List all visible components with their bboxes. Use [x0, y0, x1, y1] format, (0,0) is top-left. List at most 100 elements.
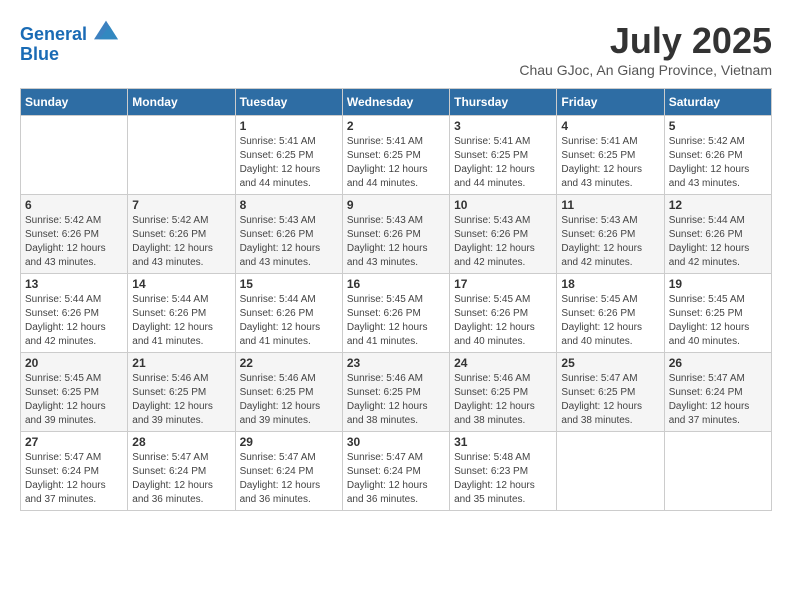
day-info: Sunrise: 5:41 AM Sunset: 6:25 PM Dayligh…: [454, 135, 552, 191]
day-info: Sunrise: 5:47 AM Sunset: 6:24 PM Dayligh…: [25, 451, 123, 507]
day-info: Sunrise: 5:41 AM Sunset: 6:25 PM Dayligh…: [240, 135, 338, 191]
calendar-cell: 28 Sunrise: 5:47 AM Sunset: 6:24 PM Dayli…: [128, 432, 235, 511]
day-number: 5: [669, 119, 767, 133]
day-number: 21: [132, 356, 230, 370]
day-number: 4: [561, 119, 659, 133]
day-info: Sunrise: 5:45 AM Sunset: 6:25 PM Dayligh…: [25, 372, 123, 428]
day-info: Sunrise: 5:46 AM Sunset: 6:25 PM Dayligh…: [132, 372, 230, 428]
day-info: Sunrise: 5:41 AM Sunset: 6:25 PM Dayligh…: [347, 135, 445, 191]
day-info: Sunrise: 5:46 AM Sunset: 6:25 PM Dayligh…: [240, 372, 338, 428]
day-info: Sunrise: 5:44 AM Sunset: 6:26 PM Dayligh…: [132, 293, 230, 349]
calendar-cell: 8Sunrise: 5:43 AM Sunset: 6:26 PM Daylig…: [235, 195, 342, 274]
title-block: July 2025 Chau GJoc, An Giang Province, …: [519, 20, 772, 78]
day-number: 2: [347, 119, 445, 133]
calendar-cell: 22 Sunrise: 5:46 AM Sunset: 6:25 PM Dayli…: [235, 353, 342, 432]
day-number: 16: [347, 277, 445, 291]
location: Chau GJoc, An Giang Province, Vietnam: [519, 62, 772, 78]
calendar-cell: 14 Sunrise: 5:44 AM Sunset: 6:26 PM Dayli…: [128, 274, 235, 353]
calendar-cell: 26Sunrise: 5:47 AM Sunset: 6:24 PM Dayli…: [664, 353, 771, 432]
calendar-cell: 31Sunrise: 5:48 AM Sunset: 6:23 PM Dayli…: [450, 432, 557, 511]
day-number: 1: [240, 119, 338, 133]
day-number: 22: [240, 356, 338, 370]
calendar-cell: 7Sunrise: 5:42 AM Sunset: 6:26 PM Daylig…: [128, 195, 235, 274]
calendar-cell: 27 Sunrise: 5:47 AM Sunset: 6:24 PM Dayli…: [21, 432, 128, 511]
calendar-cell: 17Sunrise: 5:45 AM Sunset: 6:26 PM Dayli…: [450, 274, 557, 353]
calendar-week-2: 6 Sunrise: 5:42 AM Sunset: 6:26 PM Daylig…: [21, 195, 772, 274]
day-info: Sunrise: 5:47 AM Sunset: 6:25 PM Dayligh…: [561, 372, 659, 428]
page-header: General Blue July 2025 Chau GJoc, An Gia…: [20, 20, 772, 78]
calendar-cell: 16Sunrise: 5:45 AM Sunset: 6:26 PM Dayli…: [342, 274, 449, 353]
calendar-cell: 21 Sunrise: 5:46 AM Sunset: 6:25 PM Dayli…: [128, 353, 235, 432]
calendar-cell: 18Sunrise: 5:45 AM Sunset: 6:26 PM Dayli…: [557, 274, 664, 353]
calendar-cell: 3Sunrise: 5:41 AM Sunset: 6:25 PM Daylig…: [450, 116, 557, 195]
calendar-cell: 15 Sunrise: 5:44 AM Sunset: 6:26 PM Dayli…: [235, 274, 342, 353]
day-number: 24: [454, 356, 552, 370]
day-number: 28: [132, 435, 230, 449]
day-number: 9: [347, 198, 445, 212]
day-info: Sunrise: 5:42 AM Sunset: 6:26 PM Dayligh…: [25, 214, 123, 270]
day-info: Sunrise: 5:42 AM Sunset: 6:26 PM Dayligh…: [669, 135, 767, 191]
day-number: 25: [561, 356, 659, 370]
calendar-cell: 2 Sunrise: 5:41 AM Sunset: 6:25 PM Daylig…: [342, 116, 449, 195]
day-number: 6: [25, 198, 123, 212]
day-info: Sunrise: 5:42 AM Sunset: 6:26 PM Dayligh…: [132, 214, 230, 270]
day-number: 29: [240, 435, 338, 449]
day-number: 14: [132, 277, 230, 291]
day-number: 27: [25, 435, 123, 449]
day-info: Sunrise: 5:43 AM Sunset: 6:26 PM Dayligh…: [454, 214, 552, 270]
weekday-header-saturday: Saturday: [664, 89, 771, 116]
weekday-header-wednesday: Wednesday: [342, 89, 449, 116]
day-info: Sunrise: 5:43 AM Sunset: 6:26 PM Dayligh…: [561, 214, 659, 270]
weekday-header-friday: Friday: [557, 89, 664, 116]
day-number: 30: [347, 435, 445, 449]
calendar-cell: [21, 116, 128, 195]
day-info: Sunrise: 5:44 AM Sunset: 6:26 PM Dayligh…: [25, 293, 123, 349]
calendar-table: SundayMondayTuesdayWednesdayThursdayFrid…: [20, 88, 772, 511]
calendar-cell: 9 Sunrise: 5:43 AM Sunset: 6:26 PM Daylig…: [342, 195, 449, 274]
calendar-cell: 10 Sunrise: 5:43 AM Sunset: 6:26 PM Dayli…: [450, 195, 557, 274]
calendar-cell: 29 Sunrise: 5:47 AM Sunset: 6:24 PM Dayli…: [235, 432, 342, 511]
day-info: Sunrise: 5:45 AM Sunset: 6:26 PM Dayligh…: [561, 293, 659, 349]
day-info: Sunrise: 5:46 AM Sunset: 6:25 PM Dayligh…: [347, 372, 445, 428]
day-number: 12: [669, 198, 767, 212]
day-info: Sunrise: 5:47 AM Sunset: 6:24 PM Dayligh…: [669, 372, 767, 428]
day-info: Sunrise: 5:44 AM Sunset: 6:26 PM Dayligh…: [669, 214, 767, 270]
day-info: Sunrise: 5:43 AM Sunset: 6:26 PM Dayligh…: [347, 214, 445, 270]
day-number: 13: [25, 277, 123, 291]
calendar-week-3: 13 Sunrise: 5:44 AM Sunset: 6:26 PM Dayli…: [21, 274, 772, 353]
day-number: 20: [25, 356, 123, 370]
calendar-cell: [557, 432, 664, 511]
logo-text: General: [20, 20, 118, 45]
calendar-cell: 11 Sunrise: 5:43 AM Sunset: 6:26 PM Dayli…: [557, 195, 664, 274]
day-info: Sunrise: 5:41 AM Sunset: 6:25 PM Dayligh…: [561, 135, 659, 191]
calendar-cell: 25 Sunrise: 5:47 AM Sunset: 6:25 PM Dayli…: [557, 353, 664, 432]
day-info: Sunrise: 5:48 AM Sunset: 6:23 PM Dayligh…: [454, 451, 552, 507]
day-number: 15: [240, 277, 338, 291]
calendar-cell: 6 Sunrise: 5:42 AM Sunset: 6:26 PM Daylig…: [21, 195, 128, 274]
day-number: 11: [561, 198, 659, 212]
logo-blue: Blue: [20, 45, 118, 65]
day-info: Sunrise: 5:46 AM Sunset: 6:25 PM Dayligh…: [454, 372, 552, 428]
calendar-cell: 12 Sunrise: 5:44 AM Sunset: 6:26 PM Dayli…: [664, 195, 771, 274]
calendar-cell: 30 Sunrise: 5:47 AM Sunset: 6:24 PM Dayli…: [342, 432, 449, 511]
calendar-cell: [128, 116, 235, 195]
day-info: Sunrise: 5:45 AM Sunset: 6:25 PM Dayligh…: [669, 293, 767, 349]
day-info: Sunrise: 5:47 AM Sunset: 6:24 PM Dayligh…: [347, 451, 445, 507]
day-info: Sunrise: 5:44 AM Sunset: 6:26 PM Dayligh…: [240, 293, 338, 349]
day-number: 10: [454, 198, 552, 212]
calendar-cell: 24 Sunrise: 5:46 AM Sunset: 6:25 PM Dayli…: [450, 353, 557, 432]
day-info: Sunrise: 5:43 AM Sunset: 6:26 PM Dayligh…: [240, 214, 338, 270]
day-info: Sunrise: 5:47 AM Sunset: 6:24 PM Dayligh…: [240, 451, 338, 507]
calendar-cell: 19 Sunrise: 5:45 AM Sunset: 6:25 PM Dayli…: [664, 274, 771, 353]
logo-icon: [94, 20, 118, 40]
weekday-header-thursday: Thursday: [450, 89, 557, 116]
weekday-header-row: SundayMondayTuesdayWednesdayThursdayFrid…: [21, 89, 772, 116]
weekday-header-monday: Monday: [128, 89, 235, 116]
logo: General Blue: [20, 20, 118, 65]
calendar-week-5: 27 Sunrise: 5:47 AM Sunset: 6:24 PM Dayli…: [21, 432, 772, 511]
calendar-cell: 23 Sunrise: 5:46 AM Sunset: 6:25 PM Dayli…: [342, 353, 449, 432]
day-info: Sunrise: 5:47 AM Sunset: 6:24 PM Dayligh…: [132, 451, 230, 507]
day-number: 19: [669, 277, 767, 291]
day-number: 23: [347, 356, 445, 370]
month-title: July 2025: [519, 20, 772, 62]
